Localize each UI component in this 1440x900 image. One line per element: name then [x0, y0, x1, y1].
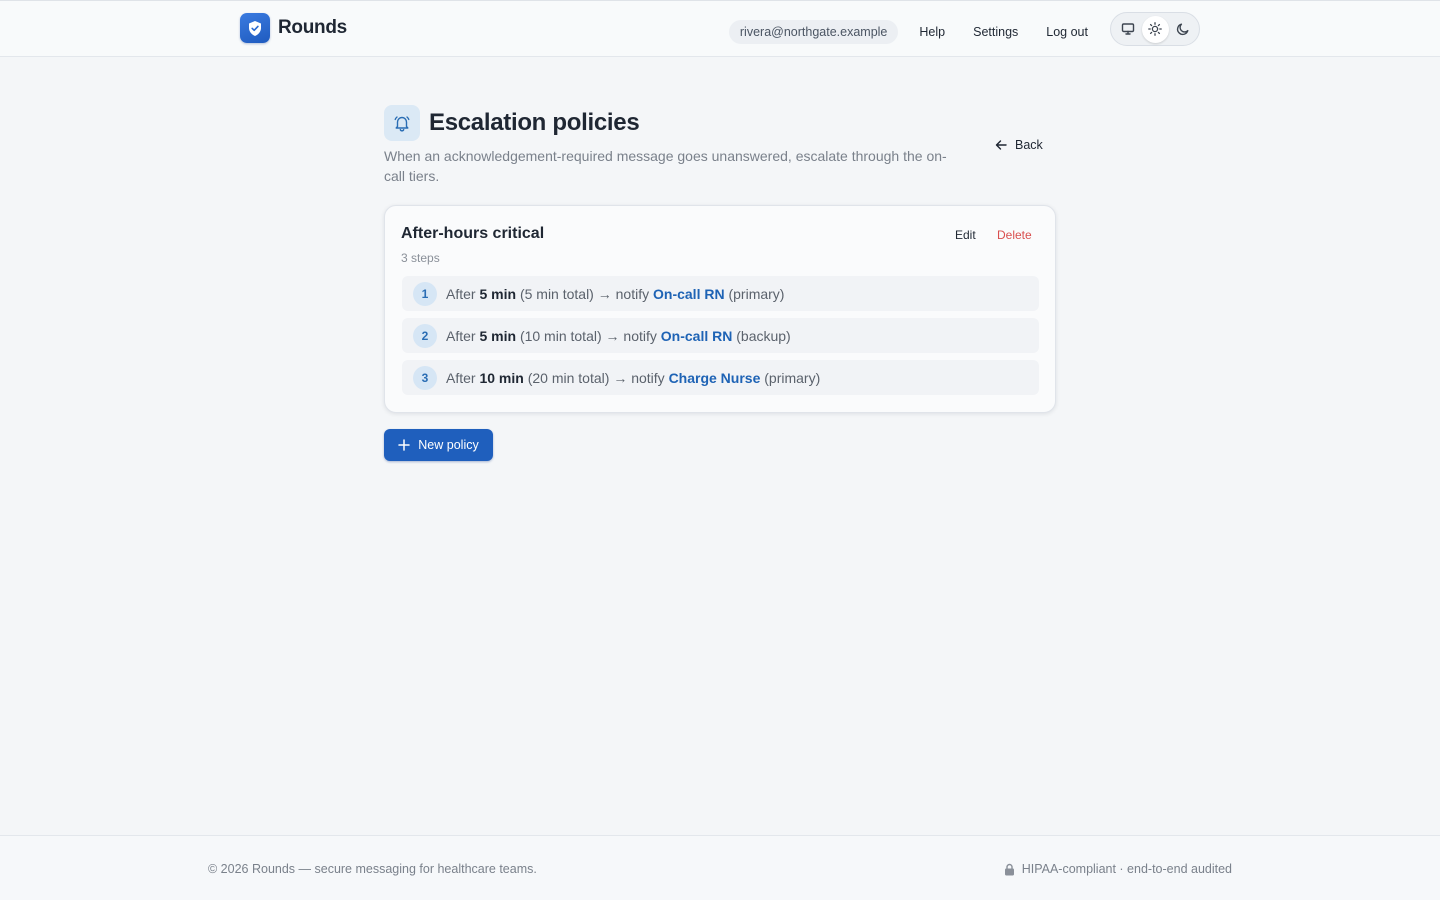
- lock-icon: [1004, 863, 1014, 875]
- user-email-chip: rivera@northgate.example: [728, 20, 899, 44]
- step-tier: (primary): [764, 369, 821, 386]
- policy-name: After-hours critical: [401, 225, 545, 242]
- settings-link[interactable]: Settings: [956, 25, 1035, 39]
- step-delay: 5 min: [479, 327, 517, 344]
- step-role: Charge Nurse: [668, 369, 761, 386]
- brand-name: Rounds: [278, 17, 347, 38]
- edit-policy-button[interactable]: Edit: [955, 228, 976, 242]
- sun-icon[interactable]: [1141, 15, 1169, 43]
- page-title: Escalation policies: [429, 109, 640, 136]
- bell-icon: [384, 105, 420, 141]
- step-tier: (primary): [728, 285, 785, 302]
- step-notify: → notify: [605, 327, 657, 344]
- monitor-icon[interactable]: [1114, 16, 1141, 43]
- step-total: (20 min total): [527, 369, 610, 386]
- moon-icon[interactable]: [1169, 16, 1196, 43]
- step-after: After: [446, 327, 476, 344]
- escalation-step: 1 After 5 min (5 min total) → notify On-…: [402, 276, 1039, 311]
- policy-step-count: 3 steps: [401, 251, 440, 265]
- help-link[interactable]: Help: [908, 25, 956, 39]
- footer-compliance: HIPAA-compliant · end-to-end audited: [1004, 862, 1232, 876]
- logout-link[interactable]: Log out: [1035, 25, 1099, 39]
- step-role: On-call RN: [653, 285, 725, 302]
- escalation-step: 2 After 5 min (10 min total) → notify On…: [402, 318, 1039, 353]
- step-number: 3: [413, 365, 437, 390]
- plus-icon: [398, 439, 411, 451]
- step-tier: (backup): [736, 327, 791, 344]
- step-delay: 5 min: [479, 285, 517, 302]
- footer: © 2026 Rounds — secure messaging for hea…: [0, 835, 1440, 900]
- page-header: Escalation policies When an acknowledgem…: [384, 105, 1056, 186]
- step-after: After: [446, 285, 476, 302]
- escalation-steps: 1 After 5 min (5 min total) → notify On-…: [402, 276, 1039, 402]
- step-total: (5 min total): [519, 285, 594, 302]
- back-button[interactable]: Back: [994, 138, 1043, 152]
- theme-toggle: [1110, 12, 1200, 46]
- step-notify: → notify: [613, 369, 665, 386]
- footer-copyright: © 2026 Rounds — secure messaging for hea…: [208, 862, 537, 876]
- top-nav: rivera@northgate.example Help Settings L…: [728, 12, 1200, 46]
- back-label: Back: [1015, 138, 1043, 152]
- delete-policy-button[interactable]: Delete: [997, 228, 1032, 242]
- brand[interactable]: Rounds: [240, 13, 347, 43]
- step-number: 2: [413, 323, 437, 348]
- shield-check-icon: [240, 13, 270, 43]
- step-notify: → notify: [597, 285, 650, 302]
- compliance-text: HIPAA-compliant · end-to-end audited: [1021, 862, 1232, 876]
- top-bar: Rounds rivera@northgate.example Help Set…: [0, 0, 1440, 57]
- step-number: 1: [413, 281, 437, 306]
- page-subtitle: When an acknowledgement-required message…: [384, 148, 947, 184]
- step-after: After: [446, 369, 476, 386]
- escalation-step: 3 After 10 min (20 min total) → notify C…: [402, 360, 1039, 395]
- policy-card: After-hours critical 3 steps Edit Delete…: [384, 205, 1056, 413]
- new-policy-label: New policy: [418, 438, 479, 452]
- step-role: On-call RN: [660, 327, 733, 344]
- step-total: (10 min total): [519, 327, 602, 344]
- new-policy-button[interactable]: New policy: [384, 429, 493, 461]
- step-delay: 10 min: [479, 369, 524, 386]
- arrow-left-icon: [995, 140, 1007, 150]
